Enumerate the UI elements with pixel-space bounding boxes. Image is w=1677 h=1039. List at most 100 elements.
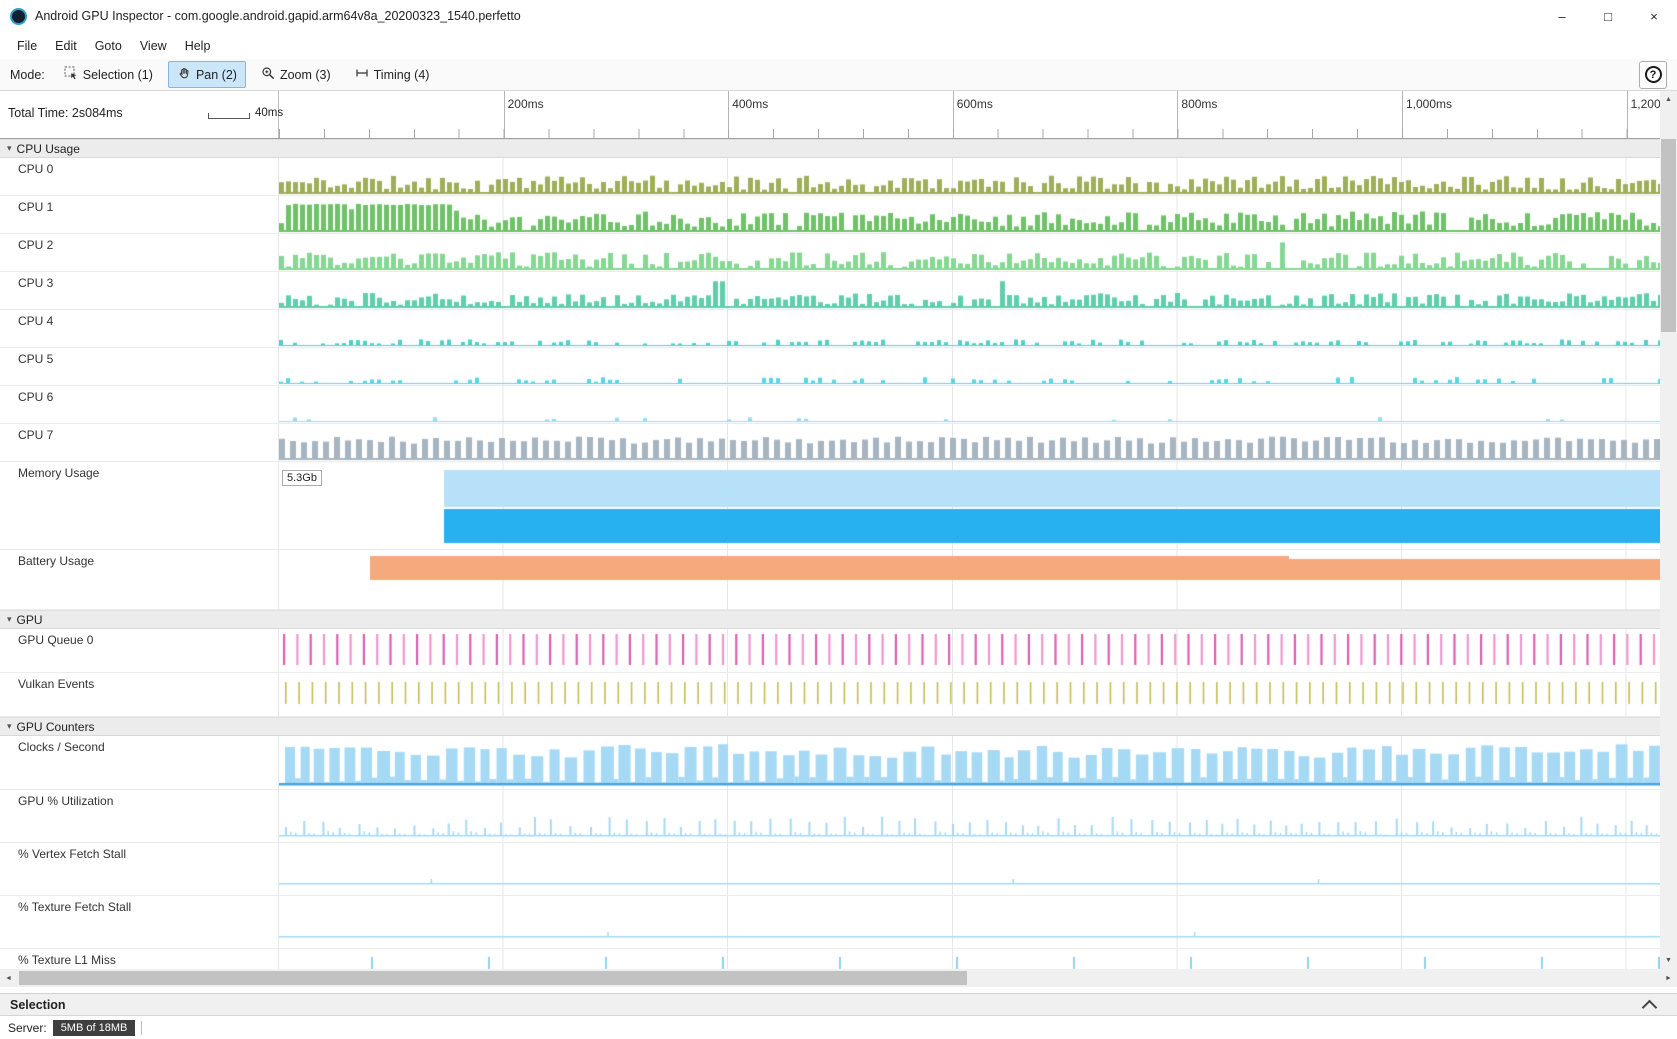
track-chart-cpu-0[interactable] xyxy=(279,158,1660,195)
selection-mode-button[interactable]: Selection (1) xyxy=(55,61,162,88)
collapse-chevron-icon[interactable] xyxy=(1642,1000,1658,1016)
track-chart-cpu-5[interactable] xyxy=(279,348,1660,385)
track-row-cpu-6: CPU 6 xyxy=(0,386,1660,424)
track-chart-texture-fetch-stall[interactable] xyxy=(279,896,1660,948)
track-area-cpu-5[interactable] xyxy=(279,348,1660,385)
track-area-texture-fetch-stall[interactable] xyxy=(279,896,1660,948)
scroll-up-icon[interactable]: ▲ xyxy=(1660,91,1677,108)
track-chart-cpu-6[interactable] xyxy=(279,386,1660,423)
track-area-gpu-queue-0[interactable] xyxy=(279,629,1660,672)
track-chart-cpu-2[interactable] xyxy=(279,234,1660,271)
timeline-ruler[interactable]: Total Time: 2s084ms 40ms 200ms400ms600ms… xyxy=(0,91,1660,139)
zoom-magnifier-icon xyxy=(261,66,275,83)
track-row-vertex-fetch-stall: % Vertex Fetch Stall xyxy=(0,843,1660,896)
track-label: CPU 5 xyxy=(0,348,279,385)
track-area-clocks-second[interactable] xyxy=(279,736,1660,789)
maximize-button[interactable]: □ xyxy=(1585,0,1631,32)
track-area-cpu-7[interactable] xyxy=(279,424,1660,461)
track-label: CPU 6 xyxy=(0,386,279,423)
track-label: GPU Queue 0 xyxy=(0,629,279,672)
pan-hand-icon xyxy=(177,66,191,83)
track-chart-battery-usage[interactable] xyxy=(279,550,1660,609)
track-label: Battery Usage xyxy=(0,550,279,609)
track-area-cpu-6[interactable] xyxy=(279,386,1660,423)
section-header-gpu-counters[interactable]: ▾GPU Counters xyxy=(0,717,1660,736)
server-label: Server: xyxy=(8,1021,47,1035)
track-area-cpu-4[interactable] xyxy=(279,310,1660,347)
track-area-cpu-3[interactable] xyxy=(279,272,1660,309)
track-label: CPU 4 xyxy=(0,310,279,347)
track-area-memory-usage[interactable]: 5.3Gb xyxy=(279,462,1660,549)
menu-goto[interactable]: Goto xyxy=(86,35,131,57)
track-row-cpu-1: CPU 1 xyxy=(0,196,1660,234)
menu-edit[interactable]: Edit xyxy=(46,35,86,57)
horizontal-scrollbar[interactable]: ◄ ► xyxy=(0,969,1677,987)
section-label: CPU Usage xyxy=(17,142,80,156)
scroll-right-icon[interactable]: ► xyxy=(1660,969,1677,987)
track-chart-texture-l1-miss[interactable] xyxy=(279,949,1660,969)
vertical-scrollbar-thumb[interactable] xyxy=(1661,139,1676,332)
section-header-gpu[interactable]: ▾GPU xyxy=(0,610,1660,629)
track-area-cpu-2[interactable] xyxy=(279,234,1660,271)
section-header-cpu-usage[interactable]: ▾CPU Usage xyxy=(0,139,1660,158)
help-icon: ? xyxy=(1645,66,1662,83)
track-chart-cpu-4[interactable] xyxy=(279,310,1660,347)
vertical-scrollbar[interactable]: ▲ ▼ xyxy=(1660,91,1677,969)
selection-panel-header[interactable]: Selection xyxy=(0,993,1677,1016)
track-area-vertex-fetch-stall[interactable] xyxy=(279,843,1660,895)
scroll-down-icon[interactable]: ▼ xyxy=(1660,952,1677,969)
track-chart-memory-usage[interactable] xyxy=(279,462,1660,549)
pan-mode-button[interactable]: Pan (2) xyxy=(168,61,246,88)
title-bar: Android GPU Inspector - com.google.andro… xyxy=(0,0,1677,32)
track-label: CPU 1 xyxy=(0,196,279,233)
zoom-mode-button[interactable]: Zoom (3) xyxy=(252,61,340,88)
ruler-summary: Total Time: 2s084ms 40ms xyxy=(0,91,279,138)
track-chart-vertex-fetch-stall[interactable] xyxy=(279,843,1660,895)
close-button[interactable]: × xyxy=(1631,0,1677,32)
scroll-left-icon[interactable]: ◄ xyxy=(0,969,17,987)
track-area-cpu-0[interactable] xyxy=(279,158,1660,195)
horizontal-scrollbar-thumb[interactable] xyxy=(19,971,967,985)
track-row-gpu-queue-0: GPU Queue 0 xyxy=(0,629,1660,673)
track-label: % Texture L1 Miss xyxy=(0,949,279,969)
track-list: ▾CPU UsageCPU 0CPU 1CPU 2CPU 3CPU 4CPU 5… xyxy=(0,139,1660,969)
track-chart-cpu-7[interactable] xyxy=(279,424,1660,461)
track-chart-gpu-queue-0[interactable] xyxy=(279,629,1660,672)
memory-value-label: 5.3Gb xyxy=(282,470,322,486)
track-row-texture-fetch-stall: % Texture Fetch Stall xyxy=(0,896,1660,949)
app-window: Android GPU Inspector - com.google.andro… xyxy=(0,0,1677,1039)
status-bar: Server: 5MB of 18MB xyxy=(0,1016,1677,1039)
track-area-cpu-1[interactable] xyxy=(279,196,1660,233)
track-row-cpu-0: CPU 0 xyxy=(0,158,1660,196)
track-area-gpu-utilization[interactable] xyxy=(279,790,1660,842)
track-chart-cpu-3[interactable] xyxy=(279,272,1660,309)
timing-mode-button[interactable]: Timing (4) xyxy=(346,61,439,88)
menu-bar: File Edit Goto View Help xyxy=(0,32,1677,59)
track-label: GPU % Utilization xyxy=(0,790,279,842)
help-button[interactable]: ? xyxy=(1639,61,1667,89)
track-row-texture-l1-miss: % Texture L1 Miss xyxy=(0,949,1660,969)
ruler-ticks-area[interactable]: 200ms400ms600ms800ms1,000ms1,200ms xyxy=(279,91,1660,138)
server-memory-badge: 5MB of 18MB xyxy=(53,1020,136,1036)
section-label: GPU xyxy=(17,613,43,627)
track-chart-vulkan-events[interactable] xyxy=(279,673,1660,716)
minimize-button[interactable]: – xyxy=(1539,0,1585,32)
collapse-arrow-icon: ▾ xyxy=(7,721,12,732)
menu-view[interactable]: View xyxy=(131,35,176,57)
track-chart-cpu-1[interactable] xyxy=(279,196,1660,233)
ruler-tick-label: 400ms xyxy=(732,97,768,111)
menu-help[interactable]: Help xyxy=(176,35,220,57)
track-label: CPU 0 xyxy=(0,158,279,195)
menu-file[interactable]: File xyxy=(8,35,46,57)
track-area-vulkan-events[interactable] xyxy=(279,673,1660,716)
timing-range-icon xyxy=(355,66,369,83)
track-chart-clocks-second[interactable] xyxy=(279,736,1660,789)
ruler-tick-label: 200ms xyxy=(508,97,544,111)
track-row-cpu-7: CPU 7 xyxy=(0,424,1660,462)
track-row-memory-usage: Memory Usage5.3Gb xyxy=(0,462,1660,550)
window-title: Android GPU Inspector - com.google.andro… xyxy=(35,9,521,23)
track-area-texture-l1-miss[interactable] xyxy=(279,949,1660,969)
track-area-battery-usage[interactable] xyxy=(279,550,1660,609)
track-chart-gpu-utilization[interactable] xyxy=(279,790,1660,842)
track-label: CPU 2 xyxy=(0,234,279,271)
